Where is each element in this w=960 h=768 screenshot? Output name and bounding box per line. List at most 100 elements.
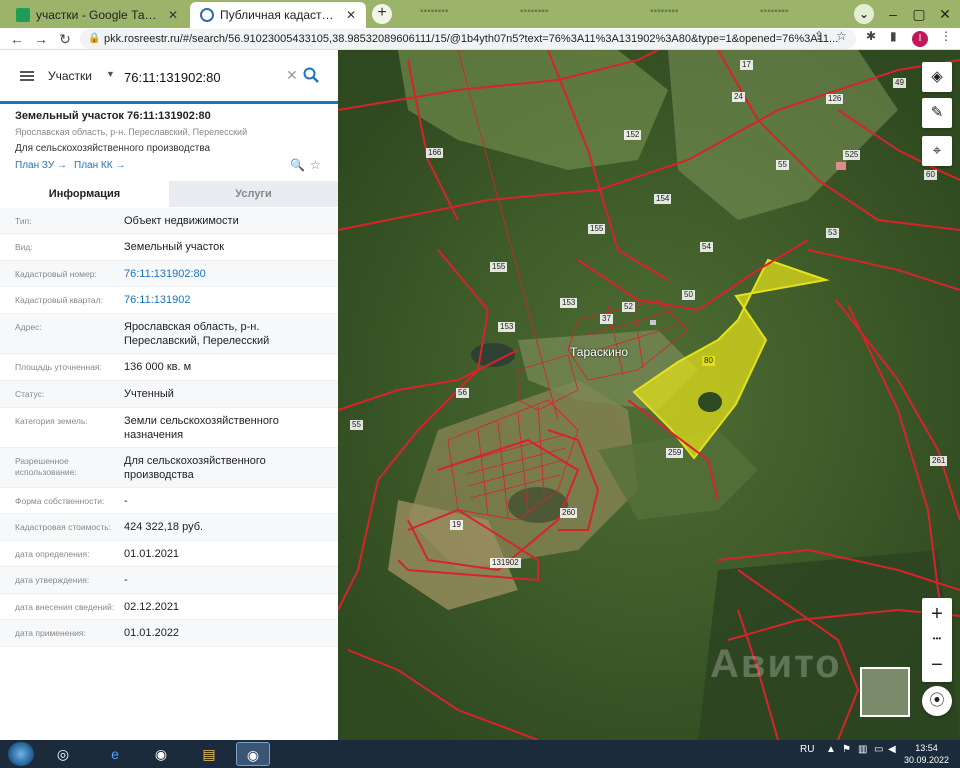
- property-row: Вид: Земельный участок: [0, 234, 338, 261]
- parcel-label[interactable]: 153: [498, 322, 516, 332]
- parcel-label[interactable]: 53: [826, 228, 839, 238]
- selected-parcel-label[interactable]: 80: [702, 356, 715, 366]
- tab-search-chevron-icon[interactable]: ⌄: [854, 4, 874, 24]
- parcel-label[interactable]: 126: [826, 94, 844, 104]
- parcel-label[interactable]: 259: [666, 448, 684, 458]
- background-tab[interactable]: ▪▪▪▪▪▪▪▪: [420, 6, 500, 22]
- background-tab[interactable]: ▪▪▪▪▪▪▪▪: [520, 6, 600, 22]
- chrome-active-window[interactable]: ◉: [236, 742, 270, 766]
- clear-icon[interactable]: ✕: [286, 67, 298, 84]
- tab-services[interactable]: Услуги: [169, 181, 338, 207]
- menu-icon[interactable]: [20, 71, 34, 81]
- chevron-down-icon[interactable]: ▼: [106, 69, 115, 79]
- parcel-label[interactable]: 55: [350, 420, 363, 430]
- file-explorer-icon[interactable]: ▤: [192, 742, 226, 766]
- search-icon[interactable]: [302, 66, 320, 84]
- parcel-label[interactable]: 24: [732, 92, 745, 102]
- parcel-label[interactable]: 49: [893, 78, 906, 88]
- background-tab[interactable]: ▪▪▪▪▪▪▪▪: [760, 6, 840, 22]
- browser-toolbar: ← → ↻ 🔒 pkk.rosreestr.ru/#/search/56.910…: [0, 28, 960, 50]
- parcel-label[interactable]: 50: [682, 290, 695, 300]
- plan-zu-link[interactable]: План ЗУ →: [15, 160, 67, 171]
- search-bar: Участки ▼ ✕ ‹: [0, 50, 349, 104]
- alice-assistant-icon[interactable]: ◎: [46, 742, 80, 766]
- cadastral-quarter-label[interactable]: 131902: [490, 558, 521, 568]
- new-tab-button[interactable]: +: [372, 4, 392, 24]
- close-icon[interactable]: ✕: [346, 8, 356, 22]
- parcel-label[interactable]: 153: [560, 298, 578, 308]
- parcel-label[interactable]: 17: [740, 60, 753, 70]
- cadastral-map[interactable]: 17 49 24 126 166 152 55 525 60 154 155 5…: [338, 50, 960, 740]
- property-row: дата утверждения: -: [0, 567, 338, 594]
- tab-cadastral-map[interactable]: Публичная кадастровая карта ✕: [190, 2, 366, 28]
- search-input[interactable]: [124, 67, 284, 87]
- ruler-icon[interactable]: ✎: [922, 98, 952, 128]
- parcel-label[interactable]: 19: [450, 520, 463, 530]
- parcel-label[interactable]: 155: [490, 262, 508, 272]
- back-arrow-icon[interactable]: ←: [8, 30, 26, 48]
- maximize-icon[interactable]: ▢: [906, 2, 932, 26]
- rosreestr-icon: [200, 8, 214, 22]
- close-icon[interactable]: ✕: [168, 8, 178, 22]
- property-key: Кадастровый квартал:: [15, 295, 103, 305]
- favorite-star-icon[interactable]: ☆: [310, 158, 321, 172]
- tab-label: Публичная кадастровая карта: [220, 8, 340, 22]
- plan-kk-link[interactable]: План КК →: [74, 160, 125, 171]
- parcel-label[interactable]: 55: [776, 160, 789, 170]
- property-row: Статус: Учтенный: [0, 381, 338, 408]
- search-type-select[interactable]: Участки: [48, 69, 92, 83]
- more-menu-icon[interactable]: ⋮: [940, 29, 952, 43]
- share-icon[interactable]: ⇪: [814, 29, 824, 43]
- address-bar[interactable]: 🔒 pkk.rosreestr.ru/#/search/56.910230054…: [80, 29, 856, 49]
- tray-chevron-icon[interactable]: ▲: [826, 744, 836, 755]
- property-value: -: [124, 574, 128, 586]
- parcel-label[interactable]: 52: [622, 302, 635, 312]
- sidebar-icon[interactable]: ▮: [890, 29, 897, 43]
- cadastral-quarter-link[interactable]: 76:11:131902: [124, 293, 329, 307]
- parcel-label[interactable]: 155: [588, 224, 606, 234]
- basemap-switcher[interactable]: [860, 667, 910, 717]
- language-indicator[interactable]: RU: [800, 744, 814, 755]
- search-document-icon[interactable]: 🔍: [290, 158, 305, 172]
- parcel-label[interactable]: 261: [930, 456, 948, 466]
- parcel-label[interactable]: 260: [560, 508, 578, 518]
- reload-icon[interactable]: ↻: [56, 30, 74, 48]
- compass-icon[interactable]: ⦿: [922, 686, 952, 716]
- profile-avatar[interactable]: I: [912, 31, 928, 47]
- parcel-label[interactable]: 525: [843, 150, 861, 160]
- parcel-label[interactable]: 152: [624, 130, 642, 140]
- cadastral-number-link[interactable]: 76:11:131902:80: [124, 267, 329, 281]
- chrome-icon[interactable]: ◉: [144, 742, 178, 766]
- property-row: дата определения: 01.01.2021: [0, 541, 338, 567]
- parcel-label[interactable]: 166: [426, 148, 444, 158]
- tab-google-sheets[interactable]: участки - Google Таблицы ✕: [6, 2, 188, 28]
- internet-explorer-icon[interactable]: e: [98, 742, 132, 766]
- zoom-more-button[interactable]: •••: [922, 628, 952, 650]
- flag-icon[interactable]: ⚑: [842, 744, 851, 755]
- parcel-label[interactable]: 54: [700, 242, 713, 252]
- parcel-label[interactable]: 37: [600, 314, 613, 324]
- property-value: Учтенный: [124, 388, 174, 400]
- parcel-label[interactable]: 60: [924, 170, 937, 180]
- locate-crosshair-icon[interactable]: ⌖: [922, 136, 952, 166]
- property-value: Ярославская область, р-н. Переславский, …: [124, 321, 270, 347]
- forward-arrow-icon[interactable]: →: [32, 30, 50, 48]
- battery-icon[interactable]: ▭: [874, 744, 883, 755]
- zoom-out-button[interactable]: −: [922, 650, 952, 680]
- clock[interactable]: 13:54 30.09.2022: [904, 742, 949, 766]
- network-icon[interactable]: ▥: [858, 744, 867, 755]
- minimize-icon[interactable]: –: [880, 2, 906, 26]
- property-row: дата внесения сведений: 02.12.2021: [0, 594, 338, 620]
- property-value: Для сельскохозяйственного производства: [124, 455, 266, 481]
- start-button[interactable]: [8, 742, 34, 766]
- bookmark-star-icon[interactable]: ☆: [836, 29, 847, 43]
- close-window-icon[interactable]: ✕: [932, 2, 958, 26]
- parcel-label[interactable]: 56: [456, 388, 469, 398]
- tab-information[interactable]: Информация: [0, 181, 169, 207]
- extensions-icon[interactable]: ✱: [866, 29, 876, 43]
- layers-icon[interactable]: ◈: [922, 62, 952, 92]
- volume-icon[interactable]: ◀: [888, 744, 896, 755]
- background-tab[interactable]: ▪▪▪▪▪▪▪▪: [650, 6, 730, 22]
- parcel-label[interactable]: 154: [654, 194, 672, 204]
- zoom-in-button[interactable]: +: [922, 600, 952, 628]
